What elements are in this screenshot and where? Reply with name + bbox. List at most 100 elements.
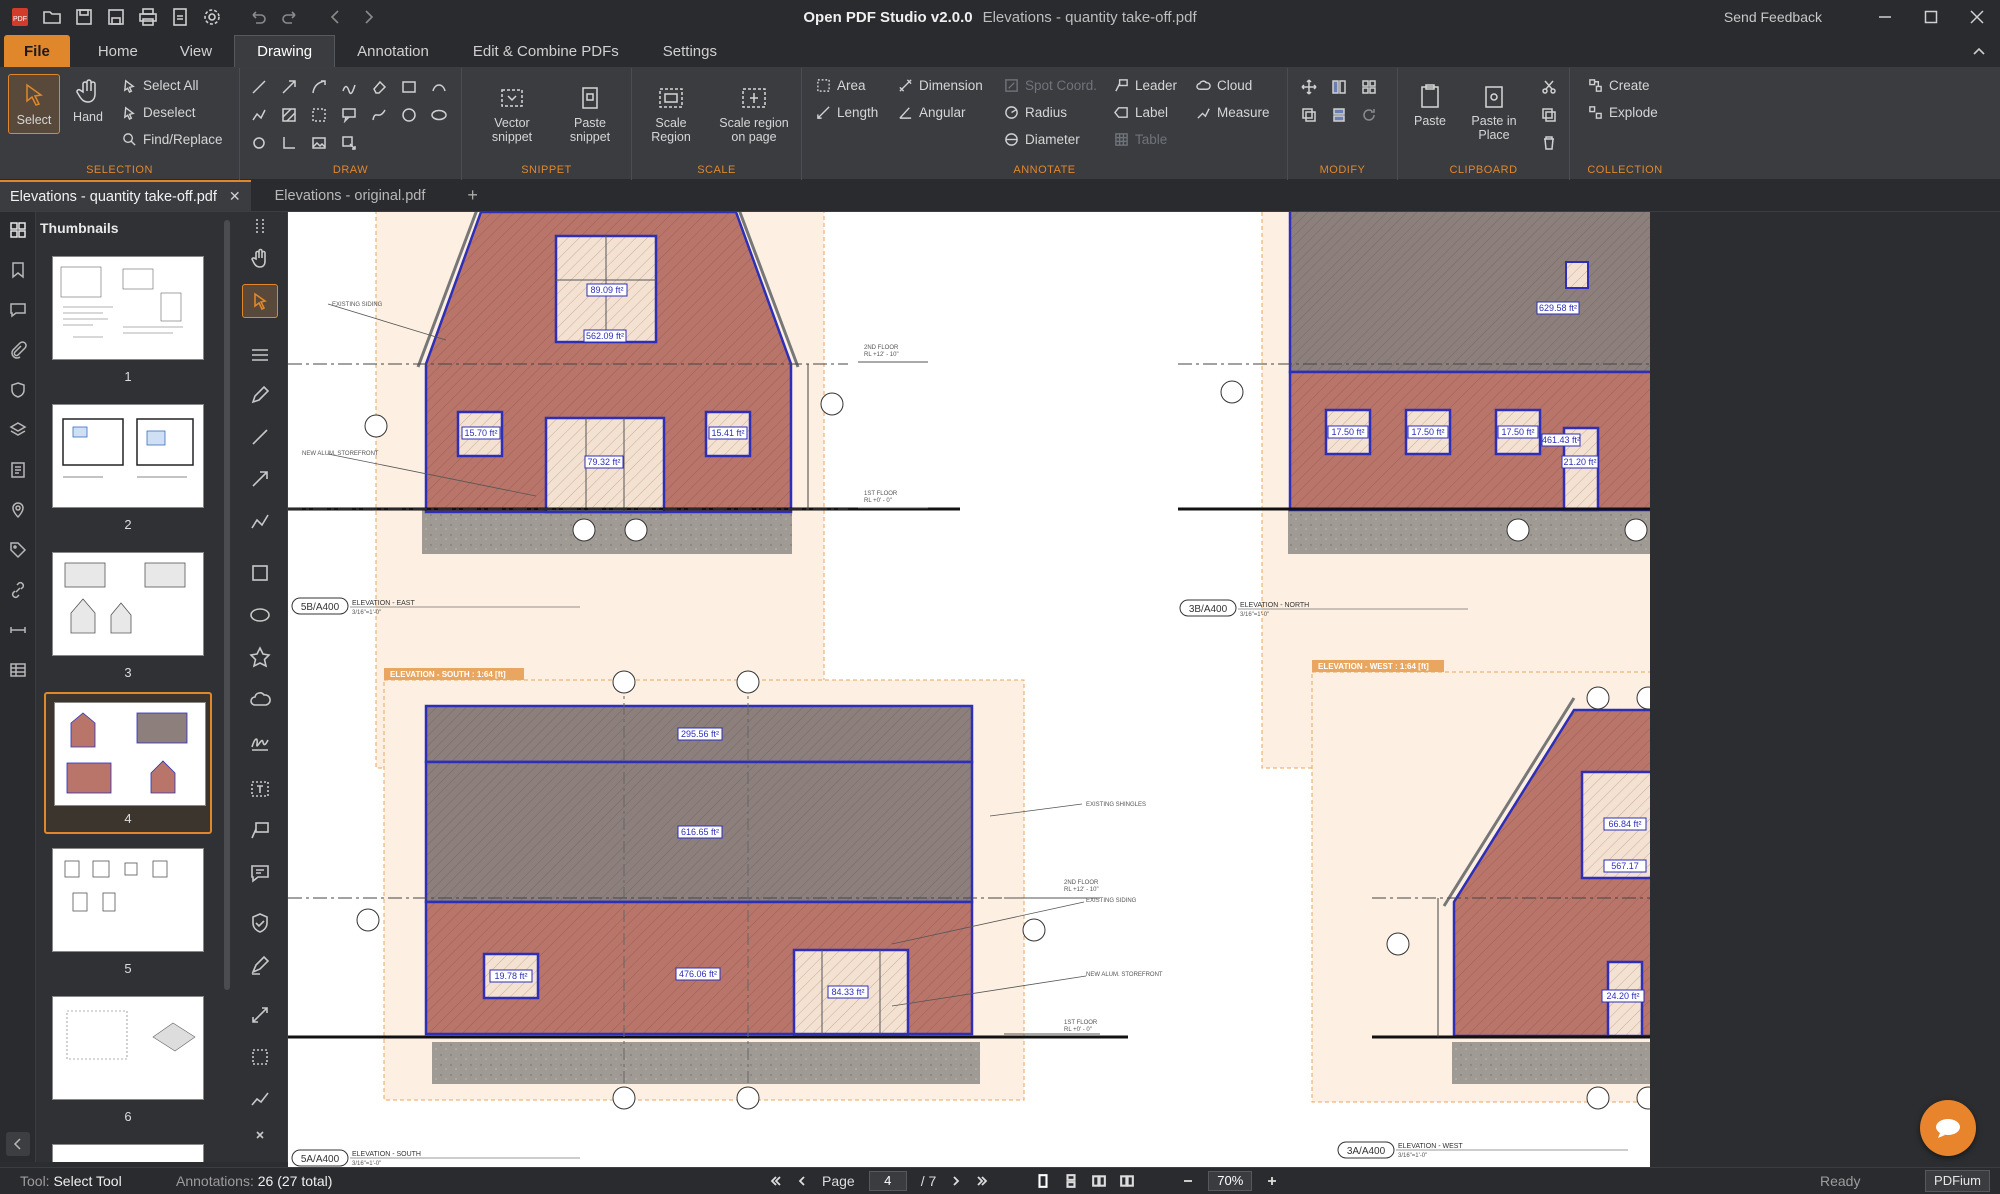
measure-length-icon[interactable] xyxy=(242,998,278,1032)
length-button[interactable]: Length xyxy=(816,105,878,120)
page-number-input[interactable]: 4 xyxy=(868,1171,907,1191)
align-icon[interactable] xyxy=(1328,76,1350,98)
label-button[interactable]: Label xyxy=(1114,105,1168,120)
rectangle-icon[interactable] xyxy=(242,556,278,590)
tab-file[interactable]: File xyxy=(4,35,70,67)
find-replace-button[interactable]: Find/Replace xyxy=(122,132,223,147)
elevation-west[interactable]: ELEVATION - WEST : 1:64 [ft] 66.84 ft² 5… xyxy=(1311,660,1650,1159)
rectangle-tool-icon[interactable] xyxy=(398,76,420,98)
export-icon[interactable] xyxy=(168,5,192,29)
freehand-tool-icon[interactable] xyxy=(338,76,360,98)
thumbnail-page-3[interactable]: 3 xyxy=(44,544,212,686)
cloud-shape-icon[interactable] xyxy=(242,682,278,716)
select-all-button[interactable]: Select All xyxy=(122,78,199,93)
link-icon[interactable] xyxy=(6,578,30,602)
text-box-icon[interactable] xyxy=(242,772,278,806)
zoom-in-icon[interactable] xyxy=(1266,1175,1278,1187)
paste-snippet-button[interactable]: Paste snippet xyxy=(562,84,618,144)
two-page-view-icon[interactable] xyxy=(1092,1174,1107,1188)
leader-button[interactable]: Leader xyxy=(1114,78,1177,93)
angular-button[interactable]: Angular xyxy=(898,105,966,120)
stamp-tool-icon[interactable] xyxy=(338,132,360,154)
diameter-button[interactable]: Diameter xyxy=(1004,132,1080,147)
maximize-icon[interactable] xyxy=(1908,0,1954,34)
select-button[interactable]: Select xyxy=(8,74,60,134)
thumbnail-page-5[interactable]: 5 xyxy=(44,840,212,982)
forward-icon[interactable] xyxy=(356,5,380,29)
measure-area-icon[interactable] xyxy=(242,1040,278,1074)
line-tool-icon[interactable] xyxy=(248,76,270,98)
dashed-rect-icon[interactable] xyxy=(308,104,330,126)
zoom-out-icon[interactable] xyxy=(1182,1175,1194,1187)
measurement-icon[interactable] xyxy=(6,618,30,642)
polyline-icon[interactable] xyxy=(242,504,278,538)
arc-shape-icon[interactable] xyxy=(428,76,450,98)
close-icon[interactable] xyxy=(1954,0,2000,34)
highlighter-icon[interactable] xyxy=(242,948,278,982)
location-pin-icon[interactable] xyxy=(6,498,30,522)
vector-snippet-button[interactable]: Vector snippet xyxy=(484,84,540,144)
scale-region-button[interactable]: Scale Region xyxy=(646,84,696,144)
security-shield-icon[interactable] xyxy=(6,378,30,402)
properties-lines-icon[interactable] xyxy=(242,338,278,372)
hatch-tool-icon[interactable] xyxy=(278,104,300,126)
explode-collection-button[interactable]: Explode xyxy=(1588,105,1658,120)
send-feedback-link[interactable]: Send Feedback xyxy=(1724,9,1822,25)
layers-icon[interactable] xyxy=(6,418,30,442)
close-toolbar-icon[interactable] xyxy=(242,1122,278,1148)
paste-in-place-button[interactable]: Paste in Place xyxy=(1466,82,1522,142)
thumbnail-page-4[interactable]: 4 xyxy=(44,692,212,834)
copy-icon[interactable] xyxy=(1538,104,1560,126)
line-icon[interactable] xyxy=(242,420,278,454)
delete-icon[interactable] xyxy=(1538,132,1560,154)
dimension-button[interactable]: Dimension xyxy=(898,78,983,93)
undo-icon[interactable] xyxy=(246,5,270,29)
redo-icon[interactable] xyxy=(278,5,302,29)
close-tab-icon[interactable]: ✕ xyxy=(229,188,241,205)
rotate-icon[interactable] xyxy=(1358,104,1380,126)
prev-page-icon[interactable] xyxy=(796,1175,808,1187)
tab-edit-combine[interactable]: Edit & Combine PDFs xyxy=(451,35,641,67)
back-icon[interactable] xyxy=(324,5,348,29)
minimize-icon[interactable] xyxy=(1862,0,1908,34)
first-page-icon[interactable] xyxy=(770,1175,782,1187)
grid-arrange-icon[interactable] xyxy=(1358,76,1380,98)
settings-gear-icon[interactable] xyxy=(200,5,224,29)
scale-region-on-page-button[interactable]: Scale region on page xyxy=(716,84,792,144)
move-icon[interactable] xyxy=(1298,76,1320,98)
cloud-button[interactable]: Cloud xyxy=(1196,78,1252,93)
callout-tool-icon[interactable] xyxy=(338,104,360,126)
pdf-canvas[interactable]: 89.09 ft² 562.09 ft² 15.70 ft² 79.32 ft²… xyxy=(288,212,1650,1167)
radius-button[interactable]: Radius xyxy=(1004,105,1067,120)
pencil-icon[interactable] xyxy=(242,378,278,412)
area-button[interactable]: Area xyxy=(816,78,866,93)
note-icon[interactable] xyxy=(242,856,278,890)
hand-tool-icon[interactable] xyxy=(242,242,278,276)
measure-polyline-icon[interactable] xyxy=(242,1082,278,1116)
save-as-icon[interactable] xyxy=(104,5,128,29)
bookmark-icon[interactable] xyxy=(6,258,30,282)
doc-tab-takeoff[interactable]: Elevations - quantity take-off.pdf ✕ xyxy=(0,180,251,211)
grip-handle-icon[interactable] xyxy=(242,216,278,236)
collapse-ribbon-icon[interactable] xyxy=(1972,44,1986,63)
create-collection-button[interactable]: Create xyxy=(1588,78,1650,93)
spot-coord-button[interactable]: Spot Coord. xyxy=(1004,78,1097,93)
forms-icon[interactable] xyxy=(6,458,30,482)
layer-order-icon[interactable] xyxy=(1328,104,1350,126)
single-page-view-icon[interactable] xyxy=(1036,1174,1050,1188)
tab-home[interactable]: Home xyxy=(70,35,158,67)
thumbnails-panel-icon[interactable] xyxy=(6,218,30,242)
select-tool-icon[interactable] xyxy=(242,284,278,318)
elevation-south[interactable]: ELEVATION - SOUTH : 1:64 [ft] 295.56 ft² xyxy=(288,668,1163,1167)
thumbnail-page-2[interactable]: 2 xyxy=(44,396,212,538)
open-folder-icon[interactable] xyxy=(40,5,64,29)
duplicate-icon[interactable] xyxy=(1298,104,1320,126)
tab-annotation[interactable]: Annotation xyxy=(335,35,451,67)
attachment-icon[interactable] xyxy=(6,338,30,362)
point-circle-icon[interactable] xyxy=(248,132,270,154)
doc-tab-original[interactable]: Elevations - original.pdf xyxy=(251,180,456,211)
cut-icon[interactable] xyxy=(1538,76,1560,98)
new-tab-plus-icon[interactable]: + xyxy=(455,180,490,211)
collapse-panel-icon[interactable] xyxy=(6,1132,30,1156)
thumbnail-page-1[interactable]: 1 xyxy=(44,248,212,390)
